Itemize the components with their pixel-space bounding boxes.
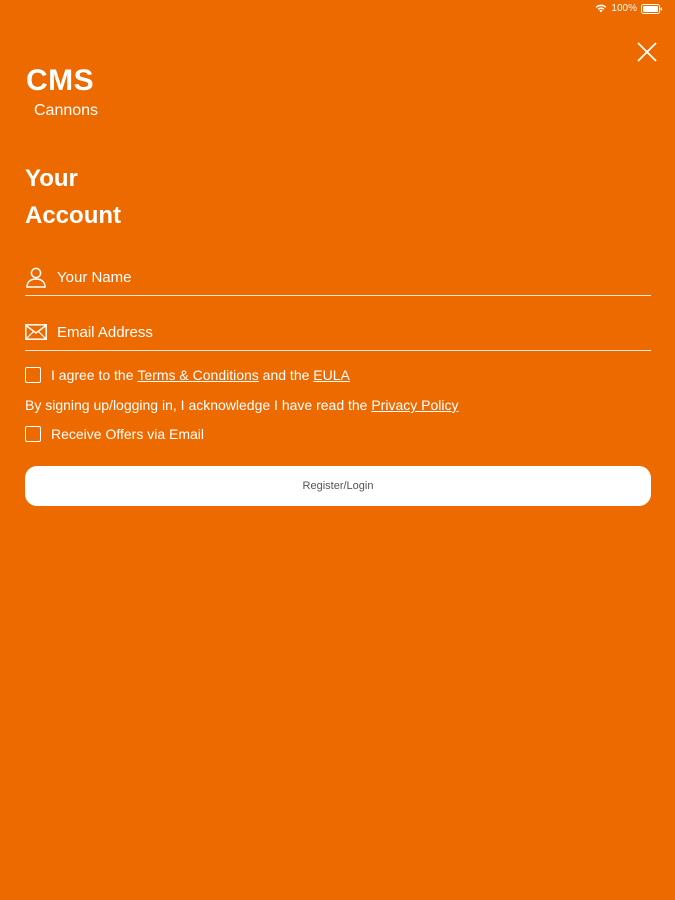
battery-icon — [641, 3, 663, 14]
email-input[interactable] — [57, 323, 651, 341]
battery-percentage: 100% — [611, 3, 637, 14]
acknowledge-prefix: By signing up/logging in, I acknowledge … — [25, 397, 372, 413]
brand-logo: CMS Cannons — [26, 64, 98, 121]
page-title-line2: Account — [25, 202, 121, 229]
terms-middle: and the — [258, 367, 314, 383]
name-field — [25, 259, 651, 296]
logo-subtitle: Cannons — [34, 102, 99, 119]
status-bar: 100% — [595, 3, 663, 14]
page-title-line1: Your — [25, 165, 78, 192]
offers-checkbox[interactable] — [25, 426, 41, 442]
logo-mark: CMS — [26, 64, 95, 97]
user-icon — [25, 266, 47, 288]
wifi-icon — [595, 4, 607, 13]
eula-link[interactable]: EULA — [313, 367, 350, 383]
name-input[interactable] — [57, 268, 651, 286]
terms-prefix: I agree to the — [51, 367, 138, 383]
email-field — [25, 314, 651, 351]
terms-checkbox[interactable] — [25, 367, 41, 383]
acknowledge-text: By signing up/logging in, I acknowledge … — [25, 397, 458, 413]
privacy-policy-link[interactable]: Privacy Policy — [371, 397, 458, 413]
register-login-button[interactable]: Register/Login — [25, 466, 651, 506]
offers-row: Receive Offers via Email — [25, 426, 204, 442]
offers-label: Receive Offers via Email — [51, 426, 205, 442]
page-title: Your Account — [25, 160, 121, 234]
close-icon — [637, 42, 657, 62]
close-button[interactable] — [635, 40, 659, 64]
envelope-icon — [25, 321, 47, 343]
terms-conditions-link[interactable]: Terms & Conditions — [137, 367, 258, 383]
terms-row: I agree to the Terms & Conditions and th… — [25, 367, 350, 383]
